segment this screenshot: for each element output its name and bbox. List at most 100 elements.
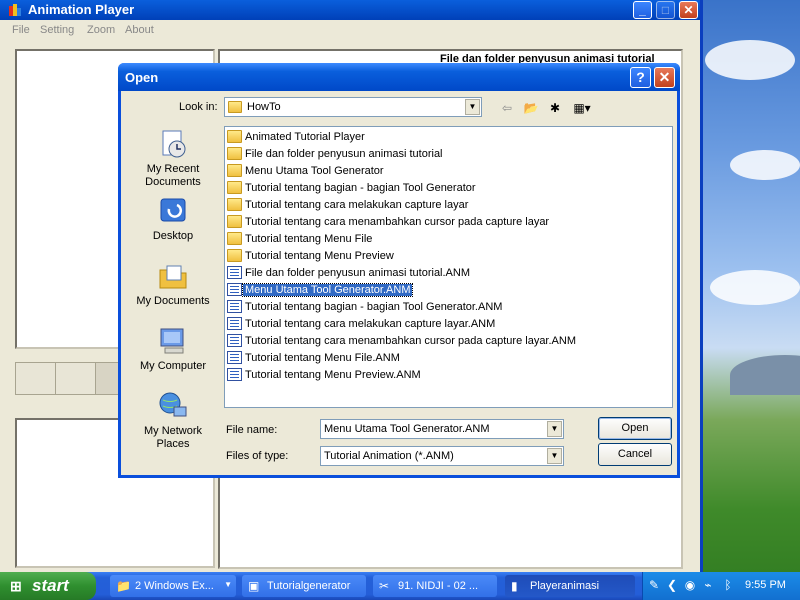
app-titlebar[interactable]: Animation Player _ □ ✕ (0, 0, 700, 20)
file-name-text: Tutorial tentang cara menambahkan cursor… (245, 216, 550, 228)
file-name-text: Tutorial tentang bagian - bagian Tool Ge… (245, 182, 476, 194)
place-recent-documents[interactable]: My Recent Documents (127, 128, 219, 189)
file-name-input[interactable]: Menu Utama Tool Generator.ANM ▼ (320, 419, 564, 439)
animation-file-icon (227, 266, 242, 279)
task-windows-explorer[interactable]: 📁 2 Windows Ex... ▼ (110, 575, 236, 597)
menu-about[interactable]: About (125, 24, 154, 36)
file-name-text: Tutorial tentang Menu Preview (245, 250, 394, 262)
dialog-title: Open (125, 70, 159, 85)
task-label: Tutorialgenerator (267, 580, 351, 592)
folder-icon (227, 232, 242, 245)
cloud (710, 270, 800, 305)
folder-icon: 📁 (116, 579, 131, 593)
task-media-player[interactable]: ✂ 91. NIDJI - 02 ... (373, 575, 497, 597)
file-name-label: File name: (226, 424, 278, 436)
cloud (705, 40, 795, 80)
task-playeranimasi[interactable]: ▮ Playeranimasi (505, 575, 635, 597)
file-type-select[interactable]: Tutorial Animation (*.ANM) ▼ (320, 446, 564, 466)
dialog-close-button[interactable]: ✕ (654, 67, 675, 88)
maximize-button[interactable]: □ (656, 1, 675, 19)
dialog-titlebar[interactable]: Open ? ✕ (118, 63, 680, 91)
file-type-label: Files of type: (226, 450, 289, 462)
folder-icon (227, 215, 242, 228)
bluetooth-icon[interactable]: ᛒ (721, 578, 735, 592)
place-label: My Network Places (143, 425, 203, 450)
place-my-computer[interactable]: My Computer (127, 325, 219, 373)
tray-arrow-icon[interactable]: ❮ (665, 578, 679, 592)
task-label: 2 Windows Ex... (135, 580, 214, 592)
system-tray: ✎ ❮ ◉ ⌁ ᛒ 9:55 PM (642, 572, 800, 600)
place-desktop[interactable]: Desktop (127, 195, 219, 243)
file-name-text: Tutorial tentang cara melakukan capture … (245, 199, 469, 211)
cloud (730, 150, 800, 180)
look-in-value: HowTo (247, 101, 281, 113)
folder-icon (228, 101, 242, 113)
file-list[interactable]: Animated Tutorial Player File dan folder … (224, 126, 673, 408)
file-name-text: Tutorial tentang Menu Preview.ANM (245, 369, 421, 381)
control-segment[interactable] (16, 363, 56, 394)
pen-tool-icon[interactable]: ✎ (647, 578, 661, 592)
close-button[interactable]: ✕ (679, 1, 698, 19)
app-title: Animation Player (28, 2, 135, 17)
place-label: My Documents (136, 295, 210, 307)
file-name-value: Menu Utama Tool Generator.ANM (324, 423, 490, 435)
file-name-text: Menu Utama Tool Generator.ANM (241, 283, 414, 297)
folder-icon (227, 249, 242, 262)
chevron-down-icon[interactable]: ▼ (465, 99, 480, 115)
animation-file-icon (227, 334, 242, 347)
minimize-button[interactable]: _ (633, 1, 652, 19)
file-type-value: Tutorial Animation (*.ANM) (324, 450, 454, 462)
control-strip (15, 362, 125, 395)
file-name-text: File dan folder penyusun animasi tutoria… (245, 148, 443, 160)
recent-documents-icon (162, 130, 186, 158)
file-name-text: Tutorial tentang cara melakukan capture … (245, 318, 496, 330)
animation-file-icon (227, 368, 242, 381)
control-segment[interactable] (56, 363, 96, 394)
place-label: My Computer (139, 360, 207, 372)
file-name-text: Tutorial tentang cara menambahkan cursor… (245, 335, 576, 347)
place-my-documents[interactable]: My Documents (127, 260, 219, 308)
look-in-dropdown[interactable]: HowTo ▼ (224, 97, 482, 117)
file-name-text: Tutorial tentang Menu File (245, 233, 373, 245)
help-button[interactable]: ? (630, 67, 651, 88)
menu-setting[interactable]: Setting (40, 24, 74, 36)
volume-icon[interactable]: ◉ (683, 578, 697, 592)
folder-icon (227, 198, 242, 211)
file-name-text: Tutorial tentang bagian - bagian Tool Ge… (245, 301, 503, 313)
media-icon: ✂ (379, 579, 390, 593)
app-icon: ▣ (248, 579, 260, 593)
menubar: File Setting Zoom About (0, 21, 700, 41)
new-folder-icon[interactable]: ✱ (545, 99, 565, 117)
menu-file[interactable]: File (12, 24, 30, 36)
file-name-text: Menu Utama Tool Generator (245, 165, 384, 177)
animation-file-icon (227, 317, 242, 330)
chevron-down-icon[interactable]: ▼ (547, 448, 562, 464)
back-icon[interactable]: ⇦ (497, 99, 517, 117)
network-places-icon (159, 392, 187, 417)
menu-zoom[interactable]: Zoom (87, 24, 115, 36)
open-button[interactable]: Open (598, 417, 672, 440)
task-tutorialgenerator[interactable]: ▣ Tutorialgenerator (242, 575, 366, 597)
app-icon (9, 4, 21, 16)
network-icon[interactable]: ⌁ (701, 578, 715, 592)
cancel-button[interactable]: Cancel (598, 443, 672, 466)
windows-logo-icon: ⊞ (10, 578, 22, 594)
my-documents-icon (159, 265, 187, 289)
clock[interactable]: 9:55 PM (745, 579, 786, 591)
start-button[interactable]: ⊞ start (0, 572, 96, 600)
animation-file-icon (227, 300, 242, 313)
open-dialog: Open ? ✕ Look in: HowTo ▼ ⇦ 📂 ✱ ▦▾ My Re… (118, 63, 680, 478)
animation-player-icon: ▮ (511, 579, 518, 593)
chevron-down-icon[interactable]: ▼ (547, 421, 562, 437)
up-folder-icon[interactable]: 📂 (521, 99, 541, 117)
view-menu-icon[interactable]: ▦▾ (569, 99, 595, 117)
folder-icon (227, 130, 242, 143)
place-label: Desktop (152, 230, 194, 242)
folder-icon (227, 147, 242, 160)
task-label: Playeranimasi (530, 580, 600, 592)
place-network[interactable]: My Network Places (127, 390, 219, 451)
taskbar: ⊞ start 📁 2 Windows Ex... ▼ ▣ Tutorialge… (0, 572, 800, 600)
distant-hill (730, 355, 800, 395)
start-label: start (32, 576, 69, 595)
animation-file-icon (227, 351, 242, 364)
